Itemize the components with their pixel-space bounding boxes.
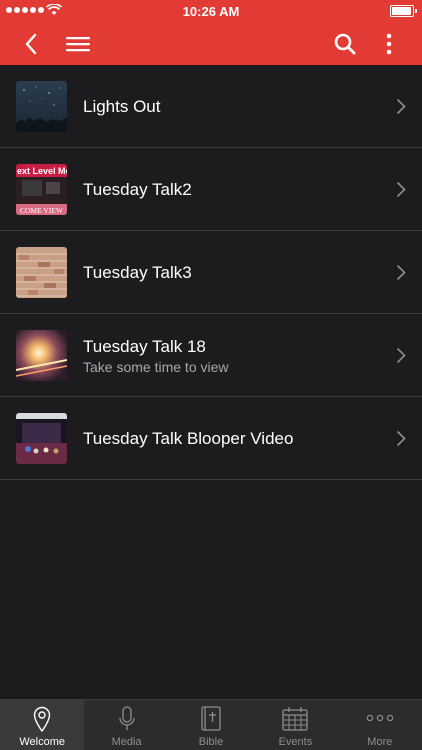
next-level-thumbnail: ext Level Mo COME VIEW — [16, 164, 67, 215]
list-item-title: Tuesday Talk 18 — [83, 336, 206, 356]
chevron-left-icon — [25, 33, 37, 54]
navigation-bar — [0, 22, 422, 65]
list-item[interactable]: Tuesday Talk3 — [0, 231, 422, 314]
list-item-title: Lights Out — [83, 97, 161, 116]
chevron-right-icon — [396, 181, 406, 198]
ellipsis-icon — [366, 714, 394, 722]
tab-label: More — [367, 736, 393, 748]
chevron-right-icon — [396, 264, 406, 281]
search-button[interactable] — [330, 22, 360, 65]
list-item-text: Tuesday Talk 18 Take some time to view — [83, 314, 382, 397]
chevron-right-icon — [396, 98, 406, 115]
night-sky-thumbnail — [16, 81, 67, 132]
list-item[interactable]: ext Level Mo COME VIEW Tuesday Talk2 — [0, 148, 422, 231]
tab-welcome[interactable]: Welcome — [0, 700, 85, 750]
calendar-icon — [282, 707, 309, 731]
overflow-menu-button[interactable] — [376, 22, 402, 65]
back-button[interactable] — [16, 22, 46, 65]
tab-media[interactable]: Media — [84, 700, 168, 750]
tab-label: Events — [278, 736, 313, 748]
tab-label: Media — [111, 736, 142, 748]
search-icon — [334, 33, 356, 54]
hamburger-menu-icon — [66, 36, 90, 51]
list-item-title: Tuesday Talk3 — [83, 263, 192, 282]
list-item-title: Tuesday Talk Blooper Video — [83, 429, 294, 448]
status-time: 10:26 AM — [182, 4, 240, 19]
tab-bar: Welcome Media Bible Events More — [0, 699, 422, 750]
list-item-text: Tuesday Talk Blooper Video — [83, 397, 382, 480]
thumbnail-bottom-text: COME VIEW — [20, 206, 64, 215]
chevron-right-icon — [396, 347, 406, 364]
app-screen: 10:26 AM Lights Out ext Level Mo COME VI… — [0, 0, 422, 750]
menu-button[interactable] — [63, 22, 93, 65]
list-item-text: Tuesday Talk2 — [83, 148, 382, 231]
list-item[interactable]: Tuesday Talk 18 Take some time to view — [0, 314, 422, 397]
vertical-dots-icon — [386, 33, 392, 54]
tab-bible[interactable]: Bible — [169, 700, 253, 750]
chevron-right-icon — [396, 430, 406, 447]
list-item[interactable]: Lights Out — [0, 65, 422, 148]
list-item-title: Tuesday Talk2 — [83, 180, 192, 199]
stage-thumbnail — [16, 413, 67, 464]
tab-more[interactable]: More — [338, 700, 422, 750]
tab-events[interactable]: Events — [253, 700, 337, 750]
tab-label: Bible — [198, 736, 224, 748]
list-item-text: Lights Out — [83, 65, 382, 148]
battery-icon — [390, 5, 417, 17]
brick-wall-thumbnail — [16, 247, 67, 298]
list-item-subtitle: Take some time to view — [83, 358, 229, 375]
map-pin-icon — [34, 706, 51, 732]
road-lights-thumbnail — [16, 330, 67, 381]
bible-icon — [201, 706, 221, 731]
tab-label: Welcome — [19, 736, 66, 748]
status-bar: 10:26 AM — [0, 0, 422, 22]
microphone-icon — [118, 706, 135, 730]
list-item[interactable]: Tuesday Talk Blooper Video — [0, 397, 422, 480]
thumbnail-top-text: ext Level Mo — [17, 166, 67, 176]
media-list: Lights Out ext Level Mo COME VIEW Tuesda… — [0, 65, 422, 480]
list-item-text: Tuesday Talk3 — [83, 231, 382, 314]
